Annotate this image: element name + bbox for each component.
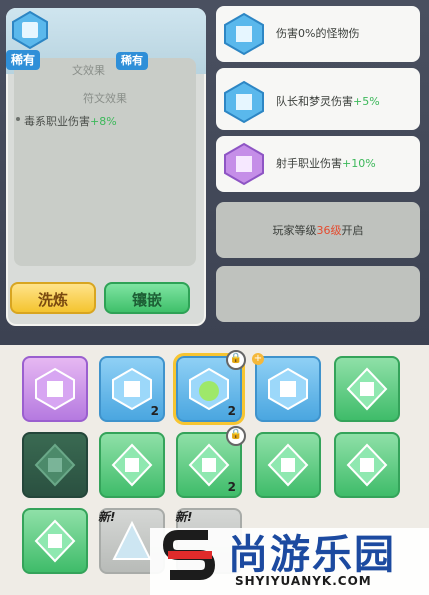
- lock-level: 36级: [316, 224, 342, 237]
- lock-prefix: 玩家等级: [272, 224, 317, 237]
- purple-rune-icon: [35, 367, 75, 411]
- watermark-name: 尚游乐园: [228, 532, 396, 578]
- blue-rune-icon: [112, 367, 152, 411]
- green-rune-icon: [34, 519, 76, 563]
- inlay-button[interactable]: 镶嵌: [104, 282, 190, 314]
- plus-icon: +: [252, 353, 264, 365]
- inventory-item[interactable]: [22, 356, 88, 422]
- rune-slot-3[interactable]: 队长和梦灵伤害+5%: [216, 74, 420, 130]
- empty-slot: [216, 266, 420, 322]
- watermark-logo-icon: [162, 530, 216, 580]
- effect-title: 符文效果: [83, 92, 127, 105]
- rune-slot-1[interactable]: 伤害0%的怪物伤: [216, 6, 420, 62]
- refine-button[interactable]: 洗炼: [10, 282, 96, 314]
- inventory-item-selected[interactable]: 2 🔒: [173, 350, 246, 425]
- rune-slot-4[interactable]: 射手职业伤害+10%: [216, 136, 420, 192]
- bullet-dot: [16, 117, 20, 121]
- locked-slot: 玩家等级36级开启: [216, 202, 420, 258]
- effect-value: +8%: [90, 115, 117, 128]
- slot-text: 射手职业伤害+10%: [276, 155, 376, 171]
- dark-rune-icon: [34, 443, 76, 487]
- inventory-item[interactable]: [22, 432, 88, 498]
- purple-rune-icon: [224, 142, 264, 186]
- slot-label: 队长和梦灵伤害: [276, 95, 353, 108]
- lock-icon: 🔒: [226, 350, 246, 370]
- effect-line: 毒系职业伤害+8%: [24, 113, 117, 129]
- inventory-item[interactable]: [99, 432, 165, 498]
- effect-name: 毒系职业伤害: [24, 115, 90, 128]
- inventory-item[interactable]: [334, 356, 400, 422]
- slot-value: +10%: [342, 157, 376, 170]
- green-rune-icon: [346, 367, 388, 411]
- blue-rune-icon: [268, 367, 308, 411]
- inventory-item[interactable]: [255, 432, 321, 498]
- blue-rune-icon: [224, 12, 264, 56]
- item-count: 2: [227, 480, 236, 494]
- green-rune-icon: [267, 443, 309, 487]
- slot-text: 队长和梦灵伤害+5%: [276, 93, 380, 109]
- blue-rune-icon: [189, 367, 229, 411]
- inventory-item[interactable]: 2 🔒: [176, 426, 246, 498]
- slot-label: 射手职业伤害: [276, 157, 342, 170]
- item-count: 2: [150, 404, 159, 418]
- slot-value: +5%: [353, 95, 380, 108]
- watermark-url: SHYIYUANYK.COM: [235, 574, 372, 588]
- green-rune-icon: [111, 443, 153, 487]
- slot-text: 伤害0%的怪物伤: [276, 25, 359, 41]
- slot-label: 伤害0%的怪物伤: [276, 27, 360, 40]
- item-count: 2: [227, 404, 236, 418]
- rune-icon: [12, 10, 48, 50]
- crystal-icon: [112, 520, 152, 560]
- new-tag: 新!: [98, 510, 116, 524]
- rarity-badge: 稀有: [6, 50, 40, 70]
- effect-header: 文效果: [72, 64, 105, 77]
- lock-suffix: 开启: [341, 224, 364, 237]
- blue-rune-icon: [224, 80, 264, 124]
- green-rune-icon: [346, 443, 388, 487]
- lock-icon: 🔒: [226, 426, 246, 446]
- inventory-item[interactable]: 2: [99, 356, 165, 422]
- new-tag: 新!: [175, 510, 193, 524]
- inventory-item[interactable]: [22, 508, 88, 574]
- inventory-item[interactable]: +: [252, 353, 321, 422]
- locked-slot-text: 玩家等级36级开启: [216, 222, 420, 238]
- green-rune-icon: [188, 443, 230, 487]
- inventory-item[interactable]: [334, 432, 400, 498]
